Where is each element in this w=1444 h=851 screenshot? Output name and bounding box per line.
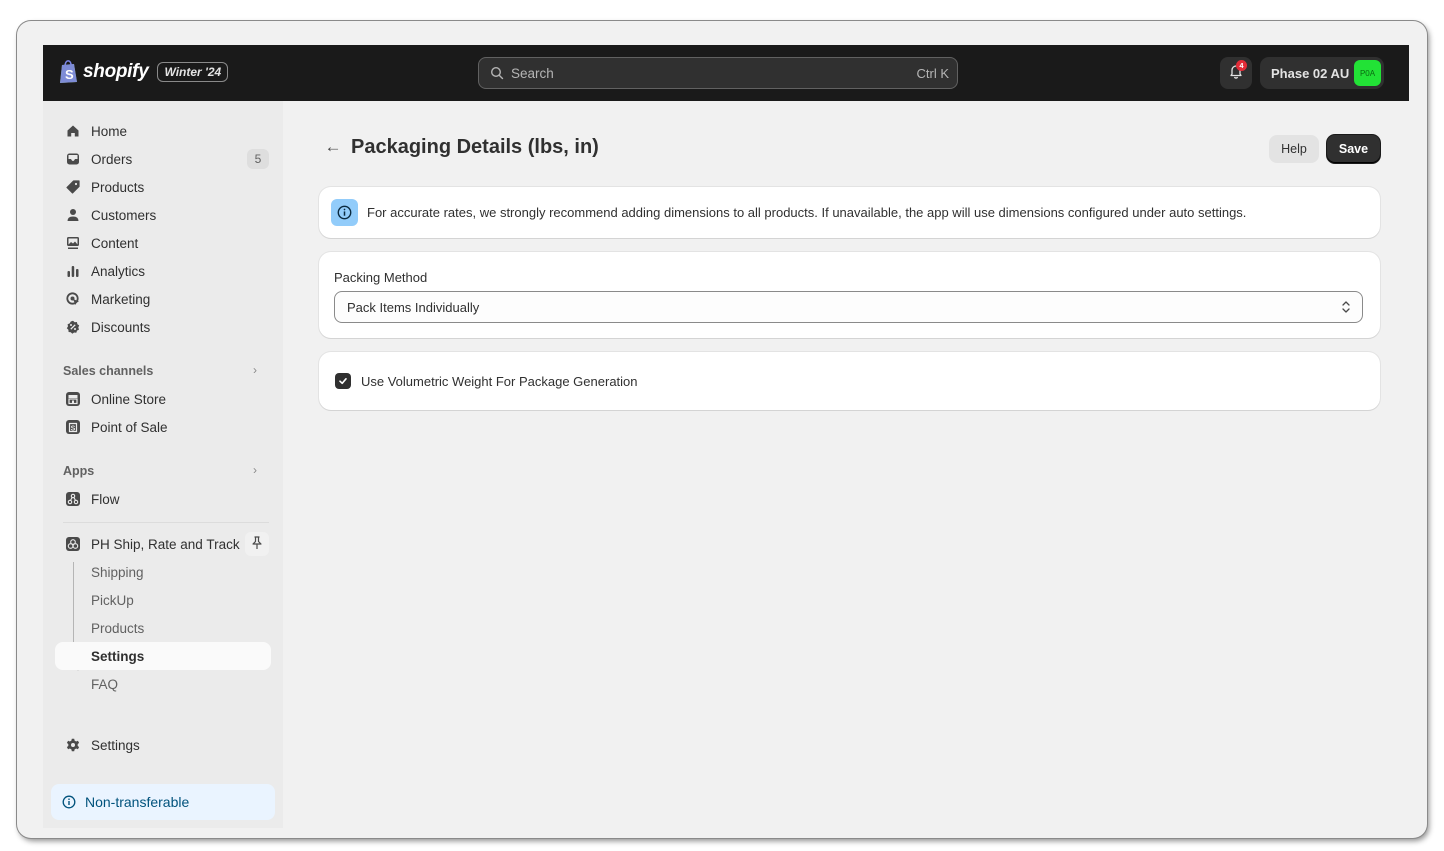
window-frame: S shopify Winter '24 Ctrl K 4 Phase 02 A… [17, 21, 1427, 838]
bar-chart-icon [65, 263, 81, 279]
sidebar-item-label: PH Ship, Rate and Track [91, 536, 240, 552]
sidebar-item-online-store[interactable]: Online Store [55, 385, 271, 413]
info-banner-card: For accurate rates, we strongly recommen… [319, 187, 1380, 238]
info-icon [62, 795, 76, 809]
sidebar-item-label: Marketing [91, 291, 151, 307]
subnav-label: Products [91, 620, 145, 636]
save-button[interactable]: Save [1327, 135, 1380, 163]
main-content: ← Packaging Details (lbs, in) Help Save … [283, 101, 1409, 828]
sidebar-item-label: Content [91, 235, 139, 251]
sidebar-item-customers[interactable]: Customers [55, 201, 271, 229]
notification-count-badge: 4 [1236, 60, 1247, 71]
info-banner-text: For accurate rates, we strongly recommen… [367, 205, 1247, 220]
help-button[interactable]: Help [1269, 135, 1319, 163]
sidebar-item-label: Products [91, 179, 145, 195]
sidebar-item-label: Flow [91, 491, 120, 507]
subnav-shipping[interactable]: Shipping [55, 558, 271, 586]
sidebar-item-label: Settings [91, 737, 140, 753]
subnav-label: Settings [91, 648, 145, 664]
select-chevrons-icon [1340, 299, 1352, 315]
chevron-right-icon[interactable]: › [253, 363, 257, 377]
sidebar-item-label: Orders [91, 151, 133, 167]
sidebar-item-label: Analytics [91, 263, 146, 279]
flow-icon [65, 491, 81, 507]
sidebar: Home Orders 5 Products Customers Content… [43, 101, 283, 828]
orders-count-badge: 5 [247, 149, 269, 169]
home-icon [65, 123, 81, 139]
checkmark-icon [339, 378, 347, 385]
sidebar-item-content[interactable]: Content [55, 229, 271, 257]
search-input[interactable] [511, 65, 917, 81]
volumetric-weight-label[interactable]: Use Volumetric Weight For Package Genera… [361, 374, 638, 389]
pin-icon [251, 535, 263, 553]
shopify-logo[interactable]: S shopify Winter '24 [59, 60, 229, 84]
orders-inbox-icon [65, 151, 81, 167]
subnav-settings[interactable]: Settings [55, 642, 271, 670]
person-icon [65, 207, 81, 223]
packing-method-select[interactable]: Pack Items Individually [334, 291, 1363, 323]
pos-bag-icon: S [65, 419, 81, 435]
chevron-right-icon[interactable]: › [253, 463, 257, 477]
sidebar-item-label: Customers [91, 207, 157, 223]
page-title: Packaging Details (lbs, in) [351, 136, 599, 158]
subnav-faq[interactable]: FAQ [55, 670, 271, 698]
volumetric-weight-checkbox[interactable] [335, 373, 351, 389]
sidebar-item-products[interactable]: Products [55, 173, 271, 201]
svg-text:S: S [65, 67, 74, 82]
svg-text:S: S [71, 425, 76, 432]
gear-icon [65, 737, 81, 753]
banner-label: Non-transferable [85, 794, 190, 810]
sidebar-item-home[interactable]: Home [55, 117, 271, 145]
subnav-label: FAQ [91, 676, 119, 692]
sidebar-item-orders[interactable]: Orders 5 [55, 145, 271, 173]
non-transferable-banner[interactable]: Non-transferable [51, 784, 275, 820]
subnav-pickup[interactable]: PickUp [55, 586, 271, 614]
version-badge: Winter '24 [157, 62, 229, 82]
app-icon [65, 536, 81, 552]
target-icon [65, 291, 81, 307]
shopify-admin: S shopify Winter '24 Ctrl K 4 Phase 02 A… [43, 45, 1409, 828]
subnav-label: Shipping [91, 564, 144, 580]
sidebar-item-discounts[interactable]: Discounts [55, 313, 271, 341]
sidebar-item-analytics[interactable]: Analytics [55, 257, 271, 285]
shopify-bag-icon: S [59, 60, 79, 84]
sales-channels-heading[interactable]: Sales channels [63, 364, 153, 378]
content-image-icon [65, 235, 81, 251]
sidebar-item-label: Discounts [91, 319, 151, 335]
store-menu-button[interactable]: Phase 02 AU P0A [1260, 57, 1384, 89]
sidebar-item-flow[interactable]: Flow [55, 485, 271, 513]
back-arrow-icon[interactable]: ← [323, 137, 343, 157]
sidebar-item-settings[interactable]: Settings [55, 731, 271, 759]
storefront-icon [65, 391, 81, 407]
pin-button[interactable] [245, 532, 269, 556]
sidebar-item-label: Point of Sale [91, 419, 168, 435]
packing-method-card: Packing Method Pack Items Individually [319, 252, 1380, 338]
tag-icon [65, 179, 81, 195]
info-icon [331, 199, 358, 226]
subnav-label: PickUp [91, 592, 134, 608]
sidebar-item-ph-ship-app[interactable]: PH Ship, Rate and Track [55, 530, 271, 558]
search-shortcut: Ctrl K [916, 65, 950, 81]
apps-heading[interactable]: Apps [63, 464, 94, 478]
discount-badge-icon [65, 319, 81, 335]
packing-method-label: Packing Method [334, 270, 428, 285]
packing-method-value: Pack Items Individually [347, 299, 480, 315]
notifications-button[interactable]: 4 [1220, 57, 1252, 89]
search-bar[interactable]: Ctrl K [478, 57, 958, 89]
volumetric-weight-card: Use Volumetric Weight For Package Genera… [319, 352, 1380, 410]
subnav-products[interactable]: Products [55, 614, 271, 642]
sidebar-divider [63, 522, 269, 523]
store-avatar: P0A [1354, 60, 1381, 86]
sidebar-item-point-of-sale[interactable]: S Point of Sale [55, 413, 271, 441]
sidebar-item-label: Home [91, 123, 128, 139]
top-bar: S shopify Winter '24 Ctrl K 4 Phase 02 A… [43, 45, 1409, 101]
search-icon [490, 66, 504, 80]
store-name: Phase 02 AU [1271, 65, 1350, 81]
sidebar-item-label: Online Store [91, 391, 167, 407]
sidebar-item-marketing[interactable]: Marketing [55, 285, 271, 313]
brand-name: shopify [83, 61, 149, 82]
